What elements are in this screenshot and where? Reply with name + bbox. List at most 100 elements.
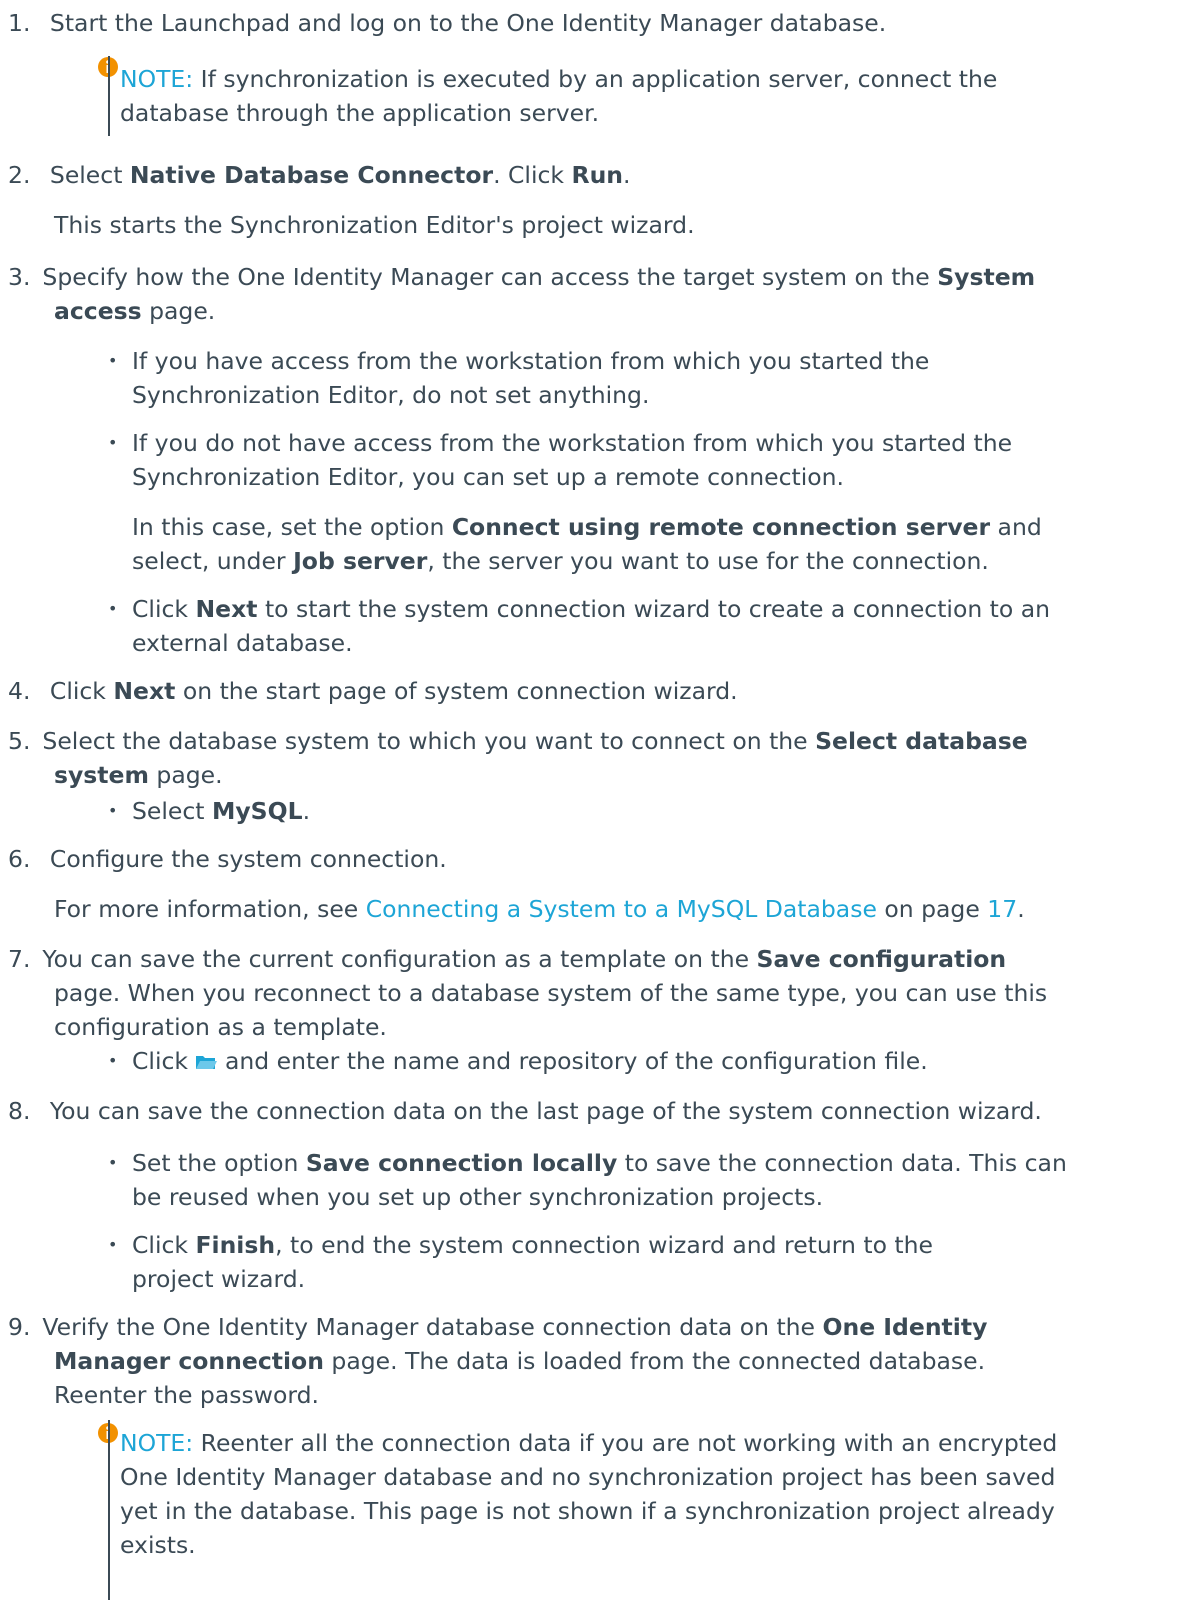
bullet-text: be reused when you set up other synchron… xyxy=(132,1183,824,1211)
ui-term: Next xyxy=(113,677,176,705)
detail-text: on page xyxy=(876,895,988,923)
bullet-text: . xyxy=(302,797,311,825)
step-text: Select xyxy=(49,161,130,189)
note-2: NOTE: Reenter all the connection data if… xyxy=(120,1426,1057,1562)
bullet: • xyxy=(108,1235,118,1254)
step-number: 8. xyxy=(8,1097,31,1125)
step-8-bullet-2: • Click Finish, to end the system connec… xyxy=(108,1228,933,1296)
note-label: NOTE: xyxy=(120,1429,194,1457)
detail-text: . xyxy=(1017,895,1025,923)
step-text: . Click xyxy=(493,161,572,189)
ui-term: System xyxy=(937,263,1036,291)
step-text: on the start page of system connection w… xyxy=(175,677,738,705)
ui-term: Select database xyxy=(815,727,1028,755)
note-text: exists. xyxy=(120,1531,196,1559)
bullet-text: Set the option xyxy=(132,1149,306,1177)
step-3-bullet-3: • Click Next to start the system connect… xyxy=(108,592,1050,660)
bullet-text: Select xyxy=(132,797,212,825)
note-label: NOTE: xyxy=(120,65,194,93)
step-9: 9. Verify the One Identity Manager databa… xyxy=(8,1310,987,1412)
bullet-text: Click xyxy=(132,1047,196,1075)
detail-text: For more information, see xyxy=(54,895,366,923)
ui-term: Manager connection xyxy=(54,1347,324,1375)
step-text: page. xyxy=(148,761,223,789)
bullet-text: If you do not have access from the works… xyxy=(132,429,1013,457)
folder-open-icon[interactable] xyxy=(195,1053,218,1071)
ui-term: Connect using remote connection server xyxy=(451,513,991,541)
step-number: 3. xyxy=(8,263,31,291)
step-text: Configure the system connection. xyxy=(49,845,447,873)
note-text: database through the application server. xyxy=(120,99,600,127)
bullet-text: to save the connection data. This can xyxy=(617,1149,1067,1177)
ui-term: Job server xyxy=(293,547,428,575)
step-number: 6. xyxy=(8,845,31,873)
step-text: Specify how the One Identity Manager can… xyxy=(42,263,938,291)
step-text: . xyxy=(623,161,631,189)
bullet-text: Click xyxy=(132,595,196,623)
step-number: 2. xyxy=(8,161,31,189)
note-text: One Identity Manager database and no syn… xyxy=(120,1463,1056,1491)
bullet-text: Click xyxy=(132,1231,196,1259)
step-3-paragraph: In this case, set the option Connect usi… xyxy=(132,510,1042,578)
step-number: 5. xyxy=(8,727,31,755)
bullet: • xyxy=(108,433,118,452)
step-text: Reenter the password. xyxy=(54,1381,319,1409)
bullet-text: Synchronization Editor, you can set up a… xyxy=(132,463,845,491)
step-6: 6. Configure the system connection. xyxy=(8,842,447,876)
step-number: 9. xyxy=(8,1313,31,1341)
step-4: 4. Click Next on the start page of syste… xyxy=(8,674,738,708)
note-divider xyxy=(108,1420,110,1600)
step-1: 1. Start the Launchpad and log on to the… xyxy=(8,6,886,40)
ui-term: system xyxy=(54,761,149,789)
note-divider xyxy=(108,56,110,136)
step-text: page. The data is loaded from the connec… xyxy=(323,1347,986,1375)
step-3: 3. Specify how the One Identity Manager c… xyxy=(8,260,1035,328)
step-text: Click xyxy=(49,677,114,705)
ui-term: Save configuration xyxy=(756,945,1007,973)
bullet: • xyxy=(108,599,118,618)
ui-term: Finish xyxy=(195,1231,276,1259)
step-2-detail: This starts the Synchronization Editor's… xyxy=(54,211,695,239)
step-text: page. When you reconnect to a database s… xyxy=(54,979,1048,1007)
bullet-text: and enter the name and repository of the… xyxy=(217,1047,928,1075)
step-8-bullet-1: • Set the option Save connection locally… xyxy=(108,1146,1067,1214)
step-6-detail: For more information, see Connecting a S… xyxy=(54,892,1025,926)
cross-reference-link[interactable]: Connecting a System to a MySQL Database xyxy=(366,895,877,923)
bullet-text: If you have access from the workstation … xyxy=(132,347,930,375)
step-7: 7. You can save the current configuration… xyxy=(8,942,1047,1044)
bullet: • xyxy=(108,351,118,370)
ui-term: access xyxy=(54,297,142,325)
bullet-text: to start the system connection wizard to… xyxy=(257,595,1051,623)
step-7-bullet: • Click and enter the name and repositor… xyxy=(108,1044,928,1078)
bullet-text: , to end the system connection wizard an… xyxy=(275,1231,934,1259)
note-text: Reenter all the connection data if you a… xyxy=(193,1429,1058,1457)
paragraph-text: select, under xyxy=(132,547,294,575)
step-5-bullet: • Select MySQL. xyxy=(108,794,310,828)
step-text: page. xyxy=(141,297,216,325)
step-text: Start the Launchpad and log on to the On… xyxy=(49,9,887,37)
step-5: 5. Select the database system to which yo… xyxy=(8,724,1028,792)
step-text: You can save the connection data on the … xyxy=(49,1097,1042,1125)
ui-term: One Identity xyxy=(822,1313,988,1341)
note-text: If synchronization is executed by an app… xyxy=(193,65,998,93)
step-text: Select the database system to which you … xyxy=(42,727,816,755)
step-number: 4. xyxy=(8,677,31,705)
bullet-text: project wizard. xyxy=(132,1265,306,1293)
bullet: • xyxy=(108,1051,118,1070)
paragraph-text: In this case, set the option xyxy=(132,513,452,541)
step-3-bullet-2: • If you do not have access from the wor… xyxy=(108,426,1012,494)
ui-term: Save connection locally xyxy=(305,1149,618,1177)
step-3-bullet-1: • If you have access from the workstatio… xyxy=(108,344,929,412)
step-number: 7. xyxy=(8,945,31,973)
page-number-link[interactable]: 17 xyxy=(987,895,1017,923)
ui-term: Native Database Connector xyxy=(129,161,494,189)
step-2: 2. Select Native Database Connector. Cli… xyxy=(8,158,631,192)
paragraph-text: , the server you want to use for the con… xyxy=(427,547,989,575)
bullet-text: Synchronization Editor, do not set anyth… xyxy=(132,381,650,409)
ui-term: Next xyxy=(195,595,258,623)
paragraph-text: and xyxy=(990,513,1042,541)
note-1: NOTE: If synchronization is executed by … xyxy=(120,62,997,130)
step-text: You can save the current configuration a… xyxy=(42,945,757,973)
step-number: 1. xyxy=(8,9,31,37)
step-text: Verify the One Identity Manager database… xyxy=(42,1313,823,1341)
